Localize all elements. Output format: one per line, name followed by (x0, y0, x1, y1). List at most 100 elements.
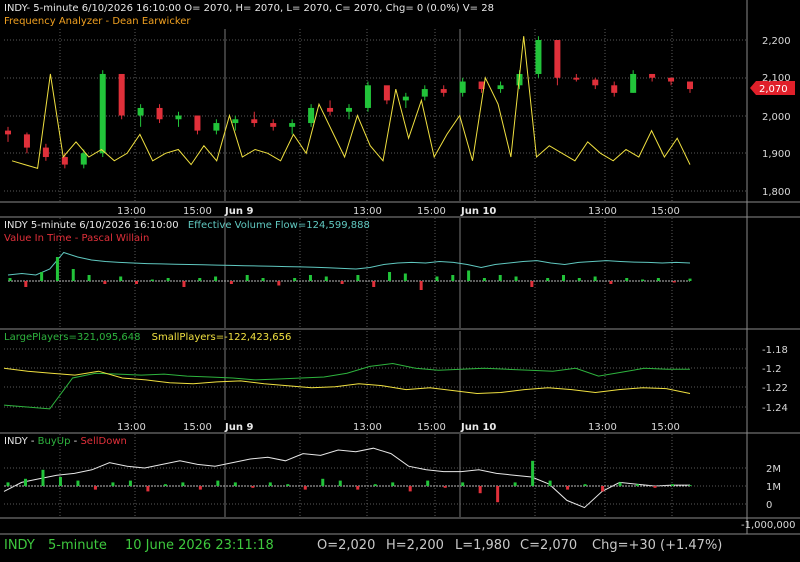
vit-bar-6 (103, 281, 107, 284)
vit-bar-12 (198, 278, 202, 281)
candle-body-26 (497, 85, 504, 90)
buyup-bar-24 (426, 480, 430, 486)
time-label-1500-b: 15:00 (417, 206, 446, 217)
buyup-bar-13 (233, 482, 237, 486)
time2-label-1300-a: 13:00 (117, 422, 146, 433)
vit-bar-33 (530, 281, 534, 287)
panel3-small-label: SmallPlayers=-122,423,656 (152, 332, 292, 343)
vit-bar-23 (372, 281, 376, 287)
vit-bar-42 (672, 281, 676, 283)
vit-bar-4 (71, 269, 75, 281)
vit-bar-22 (356, 275, 360, 281)
candle-body-31 (592, 79, 599, 86)
panel4-ytick-2m: 2M (766, 464, 781, 475)
vit-bar-3 (55, 257, 59, 281)
panel4-title: INDY - BuyUp - SellDown (4, 436, 127, 447)
buyup-bar-28 (496, 486, 500, 503)
status-high: H=2,200 (386, 538, 444, 553)
vit-bar-7 (119, 276, 123, 281)
buyup-bar-32 (566, 486, 570, 490)
buyup-bar-4 (76, 480, 80, 486)
time-label-1300-a: 13:00 (117, 206, 146, 217)
panel1-ytick-2100: 2,100 (762, 73, 791, 84)
vit-bar-14 (229, 281, 233, 284)
panel4-sep: - (74, 436, 78, 447)
time-label-1300-b: 13:00 (353, 206, 382, 217)
buyup-bar-9 (163, 484, 167, 486)
vit-bar-38 (609, 281, 613, 284)
buyup-bar-18 (321, 478, 325, 486)
panel3-large-label: LargePlayers=321,095,648 (4, 332, 140, 343)
vit-bar-15 (245, 275, 249, 281)
vit-bar-10 (166, 278, 170, 281)
candle-body-5 (99, 73, 106, 154)
vit-bar-2 (40, 272, 44, 281)
buyup-bar-5 (93, 486, 97, 490)
vit-bar-34 (546, 278, 550, 281)
candle-body-13 (251, 119, 258, 124)
candle-body-30 (573, 77, 580, 80)
time2-label-1500-c: 15:00 (651, 422, 680, 433)
buyup-bar-12 (216, 480, 220, 486)
status-close: C=2,070 (520, 538, 577, 553)
time2-label-1500-b: 15:00 (417, 422, 446, 433)
buyup-bar-20 (356, 486, 360, 490)
vit-bar-18 (293, 278, 297, 281)
buyup-bar-34 (601, 486, 605, 492)
candle-body-4 (80, 153, 87, 165)
candle-body-14 (270, 123, 277, 127)
panel1-ytick-1900: 1,900 (762, 149, 791, 160)
buyup-bar-22 (391, 482, 395, 486)
candle-body-9 (175, 115, 182, 120)
candle-body-1 (23, 134, 30, 148)
panel4-buyup: BuyUp (38, 436, 71, 447)
panel2-subtitle: Value In Time - Pascal Willain (4, 233, 149, 244)
vit-bar-19 (308, 275, 312, 281)
panel1-header: INDY- 5-minute 6/10/2026 16:10:00 O= 207… (4, 3, 494, 14)
buyup-bar-30 (531, 460, 535, 486)
candle-body-35 (668, 77, 675, 82)
panel1-ytick-1800: 1,800 (762, 187, 791, 198)
panel3-ytick-124: -1.24 (762, 403, 788, 414)
candle-body-18 (346, 107, 352, 112)
buyup-bar-38 (671, 484, 675, 486)
time-label-1300-c: 13:00 (588, 206, 617, 217)
buyup-bar-11 (198, 486, 202, 490)
vit-bar-8 (135, 281, 139, 284)
vit-bar-32 (514, 276, 518, 281)
status-low: L=1,980 (455, 538, 510, 553)
vit-bar-35 (561, 275, 565, 281)
time-label-1500-c: 15:00 (651, 206, 680, 217)
vit-bar-37 (593, 276, 597, 281)
time-label-1500-a: 15:00 (183, 206, 212, 217)
candle-body-3 (61, 157, 68, 165)
vit-bar-43 (688, 278, 692, 281)
time2-label-1300-b: 13:00 (353, 422, 382, 433)
vit-bar-16 (261, 278, 265, 281)
candle-body-36 (687, 81, 693, 90)
vit-bar-36 (577, 278, 581, 281)
candle-body-29 (554, 40, 561, 78)
buyup-bar-2 (41, 469, 45, 486)
candle-body-7 (137, 107, 144, 116)
time2-label-jun10: Jun 10 (460, 422, 496, 433)
vit-bar-29 (467, 270, 471, 281)
buyup-bar-1 (23, 478, 27, 486)
buyup-bar-29 (513, 482, 517, 486)
buyup-bar-31 (548, 480, 552, 486)
vit-bar-30 (482, 278, 486, 281)
vit-bar-13 (214, 276, 218, 281)
vit-bar-1 (24, 281, 28, 287)
buyup-bar-36 (636, 484, 640, 486)
vit-bar-27 (435, 276, 439, 281)
candle-body-33 (630, 73, 637, 93)
vit-bar-5 (87, 275, 91, 281)
buyup-bar-39 (688, 485, 692, 486)
vit-bar-39 (625, 278, 629, 281)
time2-label-jun9: Jun 9 (224, 422, 253, 433)
candle-body-17 (327, 107, 334, 112)
buyup-bar-8 (146, 486, 150, 492)
panel4-name: INDY - (4, 436, 38, 447)
candle-body-20 (383, 85, 390, 101)
buyup-bar-26 (461, 482, 465, 486)
